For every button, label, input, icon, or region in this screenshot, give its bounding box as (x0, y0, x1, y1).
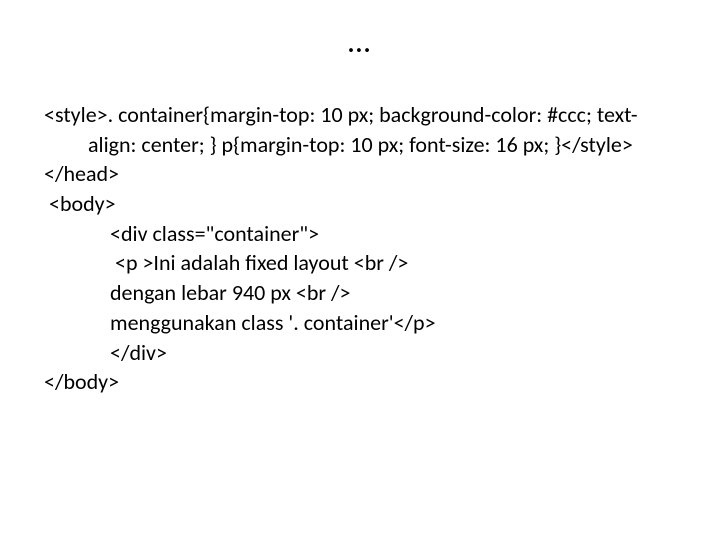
slide: … <style>. container{margin-top: 10 px; … (0, 0, 720, 540)
slide-title: … (0, 22, 720, 61)
code-line: </head> (44, 159, 676, 189)
code-line: </body> (44, 367, 676, 397)
code-line: dengan lebar 940 px <br /> (44, 278, 676, 308)
code-line: <div class="container"> (44, 219, 676, 249)
code-line: <style>. container{margin-top: 10 px; ba… (44, 100, 676, 130)
code-block: <style>. container{margin-top: 10 px; ba… (44, 100, 676, 397)
code-line: <body> (44, 189, 676, 219)
code-line: menggunakan class '. container'</p> (44, 308, 676, 338)
code-line: <p >Ini adalah fixed layout <br /> (44, 248, 676, 278)
code-line: </div> (44, 338, 676, 368)
code-line: align: center; } p{margin-top: 10 px; fo… (44, 130, 676, 160)
